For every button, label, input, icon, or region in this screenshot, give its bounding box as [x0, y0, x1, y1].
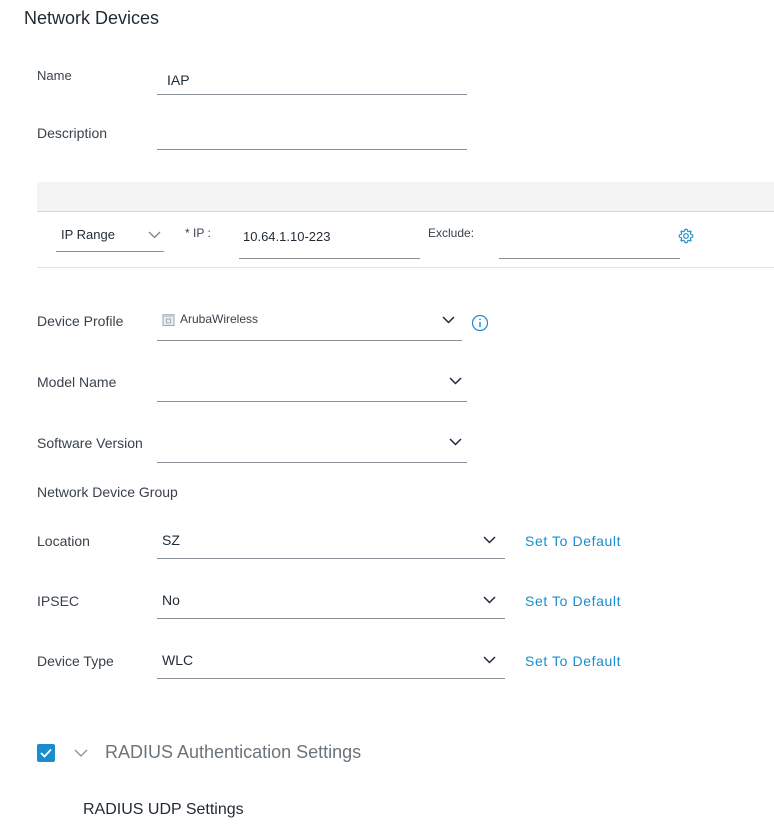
software-version-label: Software Version [37, 435, 143, 451]
chevron-down-icon[interactable] [74, 749, 88, 758]
ip-label: * IP : [185, 226, 211, 240]
ip-section-header [37, 182, 774, 212]
chevron-down-icon [449, 438, 462, 446]
device-type-set-default-link[interactable]: Set To Default [525, 653, 621, 669]
model-name-select[interactable] [157, 366, 467, 402]
page-title: Network Devices [24, 8, 160, 28]
exclude-label: Exclude: [428, 226, 475, 240]
chevron-down-icon [483, 536, 496, 544]
location-select[interactable]: SZ [157, 524, 505, 559]
device-type-select[interactable]: WLC [157, 644, 505, 679]
ip-mode-value: IP Range [61, 227, 115, 242]
chevron-down-icon [442, 316, 455, 324]
ip-input[interactable]: 10.64.1.10-223 [239, 222, 420, 259]
description-input[interactable] [157, 122, 467, 150]
ipsec-select[interactable]: No [157, 584, 505, 619]
device-profile-value: ArubaWireless [180, 312, 259, 326]
ipsec-set-default-link[interactable]: Set To Default [525, 593, 621, 609]
software-version-select[interactable] [157, 427, 467, 463]
ip-section-divider [37, 267, 774, 268]
location-value: SZ [162, 532, 180, 548]
chevron-down-icon [449, 377, 462, 385]
radius-udp-settings-title: RADIUS UDP Settings [83, 801, 244, 818]
device-type-value: WLC [162, 652, 194, 668]
radius-auth-settings-title: RADIUS Authentication Settings [105, 742, 362, 762]
gear-icon[interactable] [678, 228, 694, 244]
checkmark-icon [40, 748, 52, 758]
network-device-group-heading: Network Device Group [37, 484, 178, 500]
chevron-down-icon [483, 596, 496, 604]
device-profile-label: Device Profile [37, 313, 124, 329]
location-label: Location [37, 533, 90, 549]
name-label: Name [37, 68, 72, 83]
model-name-label: Model Name [37, 374, 117, 390]
chevron-down-icon [148, 231, 161, 239]
name-input[interactable]: IAP [157, 66, 467, 95]
ip-value: 10.64.1.10-223 [243, 229, 331, 244]
ip-mode-select[interactable]: IP Range [56, 224, 164, 252]
chevron-down-icon [483, 656, 496, 664]
ipsec-label: IPSEC [37, 593, 80, 609]
location-set-default-link[interactable]: Set To Default [525, 533, 621, 549]
name-value: IAP [167, 72, 190, 88]
device-profile-select[interactable]: ArubaWireless [157, 305, 462, 341]
device-profile-icon [162, 314, 175, 326]
radius-enable-checkbox[interactable] [37, 744, 55, 762]
exclude-input[interactable] [499, 222, 680, 259]
ipsec-value: No [162, 592, 180, 608]
description-label: Description [37, 125, 108, 141]
info-icon[interactable] [471, 314, 489, 332]
device-type-label: Device Type [37, 653, 114, 669]
